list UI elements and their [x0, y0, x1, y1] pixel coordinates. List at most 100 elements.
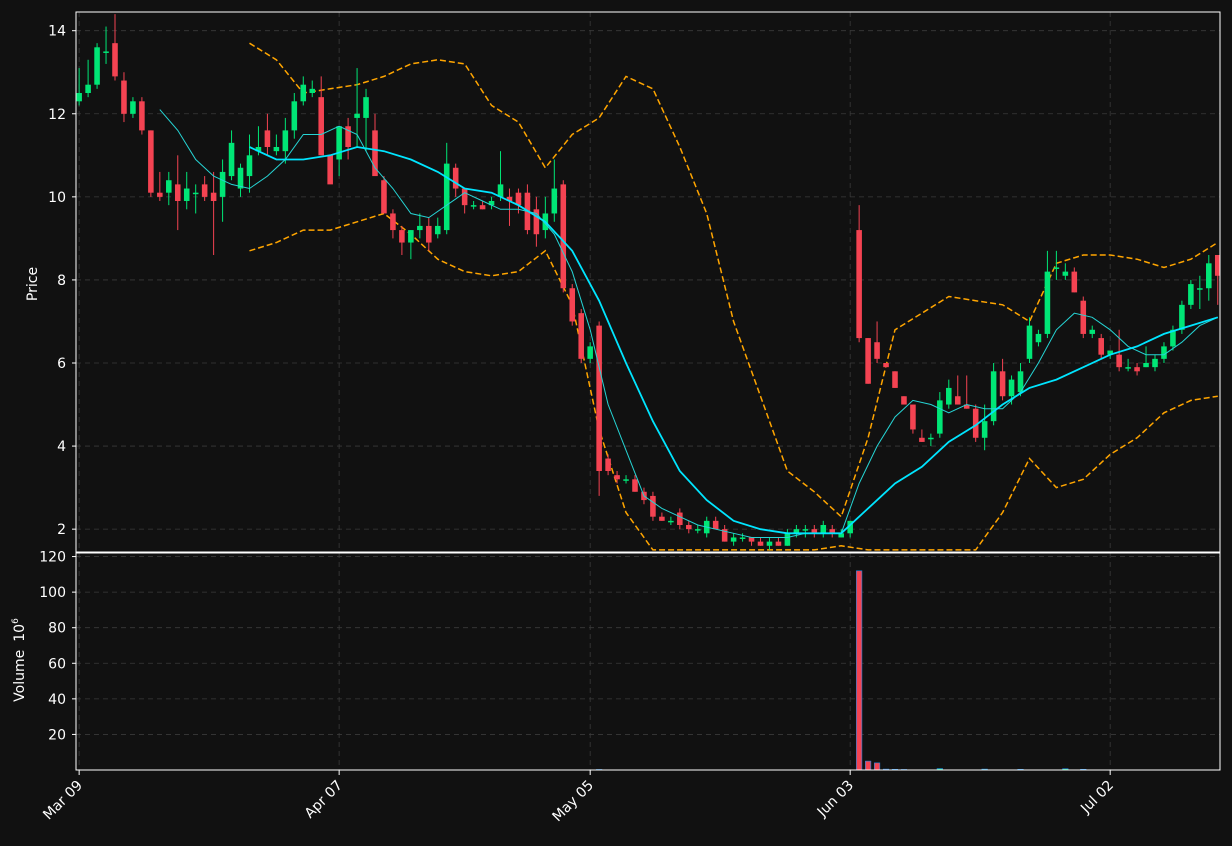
chart-svg: 246810121420406080100120Mar 09 Apr 07 May … [0, 0, 1232, 842]
candle-body [668, 520, 674, 523]
volume-axis-exponent: 6 [11, 618, 21, 624]
candle-down [1080, 296, 1087, 339]
candle-body [1008, 379, 1015, 397]
candle-body [605, 458, 611, 471]
candle-body [103, 51, 109, 53]
candle-body [183, 188, 190, 201]
candle-up [1188, 279, 1194, 309]
candle-body [470, 205, 477, 207]
candle-body [417, 225, 423, 231]
candle-down [148, 130, 154, 197]
candle-body [408, 230, 414, 243]
candle-body [139, 101, 145, 131]
candle-down [865, 338, 871, 384]
candle-body [399, 230, 405, 243]
candle-body [874, 342, 880, 359]
candle-body [1206, 263, 1212, 289]
candle-body [121, 80, 127, 114]
candle-body [1197, 288, 1203, 290]
candle-body [174, 184, 181, 201]
candle-body [1053, 267, 1060, 269]
candle-body [452, 167, 459, 189]
candle-body [434, 225, 441, 235]
volume-tick-label: 120 [39, 550, 66, 566]
candle-body [587, 346, 593, 359]
candle-body [461, 188, 468, 206]
candle-body [1134, 367, 1140, 372]
candle-body [560, 184, 567, 289]
candle-body [802, 529, 809, 531]
candle-body [1044, 271, 1051, 334]
volume-bar [873, 762, 881, 770]
price-axis-label: Price [25, 267, 41, 301]
candle-body [784, 533, 791, 546]
volume-tick-label: 20 [48, 727, 66, 743]
candle-body [937, 400, 943, 434]
price-tick-label: 12 [48, 107, 66, 123]
candle-body [354, 113, 360, 118]
price-tick-label: 4 [57, 439, 66, 455]
candle-body [112, 43, 118, 77]
chart-background [0, 0, 1232, 842]
volume-tick-label: 80 [48, 621, 66, 637]
candle-body [650, 495, 656, 517]
candle-body [1062, 271, 1069, 276]
candle-body [219, 171, 226, 197]
candle-body [228, 142, 235, 177]
candle-body [1026, 325, 1033, 359]
candle-body [363, 97, 369, 118]
candle-body [1125, 367, 1131, 369]
price-tick-label: 8 [57, 273, 66, 289]
candle-body [1152, 358, 1158, 368]
candle-body [757, 541, 764, 546]
candle-body [946, 387, 952, 405]
candle-down [578, 309, 584, 363]
candle-body [632, 479, 638, 492]
candle-body [1116, 354, 1122, 368]
candle-body [1098, 338, 1104, 355]
candle-body [910, 404, 916, 430]
candle-body [390, 213, 396, 231]
price-tick-label: 14 [48, 24, 66, 40]
candle-down [892, 371, 898, 388]
candle-body [596, 325, 602, 471]
volume-tick-label: 40 [48, 692, 66, 708]
candle-body [210, 192, 217, 201]
volume-axis-label-text: Volume [12, 650, 28, 702]
candle-body [264, 130, 271, 147]
candle-body [381, 180, 387, 214]
candle-body [856, 230, 862, 339]
candle-body [623, 479, 629, 481]
candle-body [479, 205, 486, 210]
candle-body [999, 371, 1006, 397]
candle-body [766, 541, 773, 546]
price-tick-label: 6 [57, 356, 66, 372]
candle-body [1035, 333, 1042, 343]
candle-body [954, 396, 961, 405]
volume-axis-label: Volume 106 [11, 618, 28, 702]
candle-body [748, 537, 755, 542]
candle-body [166, 180, 172, 193]
candle-body [739, 537, 746, 539]
volume-bar [856, 570, 863, 770]
candle-body [246, 155, 253, 177]
volume-axis-unit: 10 [12, 624, 28, 642]
candle-body [1143, 363, 1149, 368]
candle-body [282, 130, 289, 152]
candle-up [990, 363, 997, 426]
candle-up [94, 43, 100, 89]
candle-body [273, 147, 280, 152]
candle-body [578, 313, 584, 359]
candle-body [201, 184, 208, 197]
candle-down [910, 404, 916, 434]
candle-down [596, 321, 602, 496]
candle-body [883, 363, 889, 368]
candle-down [883, 363, 889, 368]
candle-body [336, 126, 342, 160]
candle-down [139, 97, 145, 135]
candle-body [157, 192, 163, 197]
candle-body [928, 437, 934, 440]
candle-down [901, 396, 907, 405]
candle-body [919, 437, 925, 442]
candle-body [659, 516, 665, 521]
